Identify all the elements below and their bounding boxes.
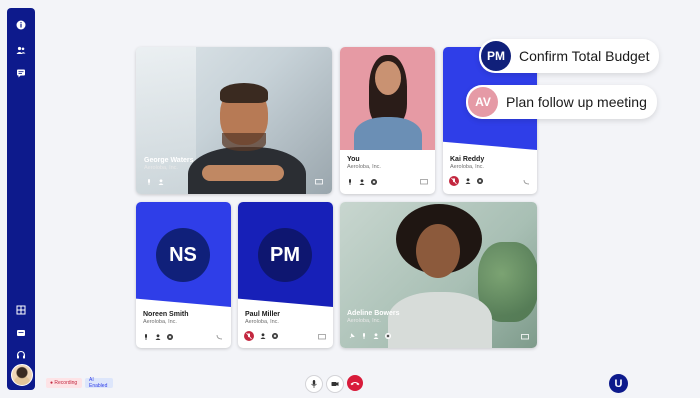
- close-icon[interactable]: [272, 333, 278, 339]
- person-icon[interactable]: [359, 179, 365, 185]
- participant-name: You: [347, 156, 360, 163]
- screen-icon[interactable]: [420, 179, 428, 185]
- participant-controls: [143, 333, 173, 341]
- participant-name: Paul Miller: [245, 311, 281, 318]
- info-icon[interactable]: [16, 20, 26, 30]
- pin-icon[interactable]: [349, 333, 355, 339]
- participant-tile-paul[interactable]: PM Paul Miller Aeroloba, Inc.: [238, 202, 333, 348]
- app-logo-button[interactable]: U: [609, 374, 628, 393]
- camera-icon: [331, 382, 339, 386]
- screen-icon[interactable]: [318, 334, 326, 340]
- phone-icon[interactable]: [523, 179, 531, 185]
- camera-button[interactable]: [326, 375, 344, 393]
- end-call-button[interactable]: [347, 375, 363, 391]
- participant-tile-you[interactable]: You Aeroloba, Inc.: [340, 47, 435, 194]
- person-icon[interactable]: [155, 334, 161, 340]
- recording-badge: ● Recording: [46, 378, 82, 388]
- participant-name: Kai Reddy: [450, 156, 485, 163]
- people-icon[interactable]: [16, 45, 26, 55]
- participant-org: Aeroloba, Inc.: [347, 318, 381, 324]
- screen-icon[interactable]: [521, 334, 529, 340]
- video-feed: [340, 202, 537, 348]
- participant-controls: [244, 331, 278, 341]
- mic-button[interactable]: [305, 375, 323, 393]
- mic-icon[interactable]: [143, 334, 149, 340]
- participant-org: Aeroloba, Inc.: [347, 164, 381, 170]
- participant-initials: PM: [258, 228, 312, 282]
- task-item[interactable]: AV Plan follow up meeting: [466, 85, 657, 119]
- participant-tile-noreen[interactable]: NS Noreen Smith Aeroloba, Inc.: [136, 202, 231, 348]
- headset-icon[interactable]: [16, 350, 26, 360]
- participant-controls: [347, 178, 377, 186]
- video-feed: [340, 47, 435, 150]
- user-avatar[interactable]: [11, 364, 33, 386]
- ai-enabled-badge: AI Enabled: [85, 377, 113, 389]
- task-item[interactable]: PM Confirm Total Budget: [479, 39, 660, 73]
- screen-icon[interactable]: [315, 179, 323, 185]
- participant-org: Aeroloba, Inc.: [245, 319, 279, 325]
- close-icon[interactable]: [371, 179, 377, 185]
- participant-controls: [146, 178, 164, 186]
- chat-icon[interactable]: [16, 68, 26, 78]
- participant-name: George Waters: [144, 157, 194, 164]
- participant-org: Aeroloba, Inc.: [143, 319, 177, 325]
- person-icon[interactable]: [158, 179, 164, 185]
- mic-icon: [311, 380, 317, 388]
- mic-muted-icon[interactable]: [244, 331, 254, 341]
- person-icon[interactable]: [373, 333, 379, 339]
- participant-org: Aeroloba, Inc.: [450, 164, 484, 170]
- task-text: Plan follow up meeting: [506, 94, 647, 110]
- task-avatar: PM: [481, 41, 511, 71]
- close-icon[interactable]: [385, 333, 391, 339]
- hangup-icon: [350, 382, 360, 386]
- recording-label: ● Recording: [50, 380, 78, 386]
- participant-tile-adeline[interactable]: Adeline Bowers Aeroloba, Inc.: [340, 202, 537, 348]
- mic-icon[interactable]: [361, 333, 367, 339]
- mic-muted-icon[interactable]: [449, 176, 459, 186]
- app-logo-letter: U: [614, 377, 623, 390]
- participant-name: Noreen Smith: [143, 311, 189, 318]
- close-icon[interactable]: [477, 178, 483, 184]
- enabled-label: AI Enabled: [89, 377, 108, 389]
- task-avatar: AV: [468, 87, 498, 117]
- message-icon[interactable]: [16, 328, 26, 338]
- participant-initials: NS: [156, 228, 210, 282]
- video-feed: [136, 47, 332, 194]
- close-icon[interactable]: [167, 334, 173, 340]
- phone-icon[interactable]: [216, 334, 224, 340]
- task-text: Confirm Total Budget: [519, 48, 650, 64]
- person-icon[interactable]: [465, 178, 471, 184]
- participant-controls: [449, 176, 483, 186]
- mic-icon[interactable]: [347, 179, 353, 185]
- participant-tile-george[interactable]: George Waters Aeroloba, Inc.: [136, 47, 332, 194]
- participant-org: Aeroloba, Inc.: [144, 165, 178, 171]
- participant-name: Adeline Bowers: [347, 310, 400, 317]
- mic-icon[interactable]: [146, 179, 152, 185]
- participant-controls: [349, 332, 391, 340]
- sidebar: [7, 8, 35, 390]
- person-icon[interactable]: [260, 333, 266, 339]
- grid-icon[interactable]: [16, 305, 26, 315]
